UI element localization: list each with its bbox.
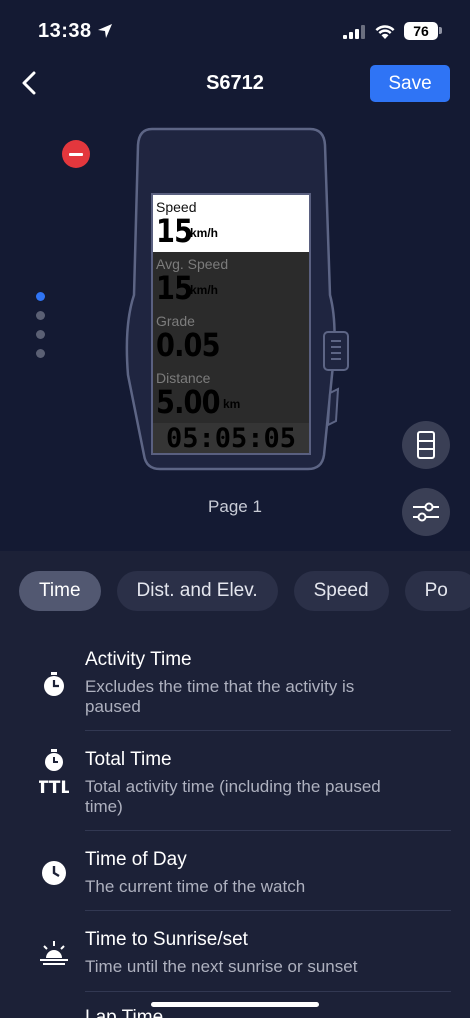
field-value: 0.05 bbox=[156, 326, 221, 364]
field-unit: km/h bbox=[190, 226, 219, 240]
page-dot[interactable] bbox=[36, 292, 45, 301]
item-description: Total activity time (including the pause… bbox=[85, 777, 381, 816]
data-field-speed[interactable]: Speed 15 km/h bbox=[153, 195, 309, 252]
category-tabs: Time Dist. and Elev. Speed Po bbox=[19, 571, 470, 611]
item-description: The current time of the watch bbox=[85, 877, 306, 896]
battery-cap bbox=[439, 27, 442, 34]
save-button[interactable]: Save bbox=[370, 65, 450, 102]
divider bbox=[85, 991, 451, 992]
device-screen: Speed 15 km/h Avg. Speed 15 km/h Grade 0… bbox=[151, 193, 311, 455]
data-field-distance[interactable]: Distance 5.00 km bbox=[153, 366, 309, 423]
remove-page-button[interactable] bbox=[62, 140, 90, 168]
sunrise-icon bbox=[38, 935, 70, 971]
status-time: 13:38 bbox=[38, 20, 92, 42]
page-label: Page 1 bbox=[208, 497, 262, 516]
svg-text:TTL: TTL bbox=[39, 778, 69, 797]
divider bbox=[85, 910, 451, 911]
data-field-panel: Time Dist. and Elev. Speed Po Activity Time… bbox=[0, 551, 470, 1018]
field-unit: km bbox=[223, 397, 241, 411]
location-arrow-icon bbox=[98, 24, 112, 38]
field-value: 15 bbox=[156, 212, 193, 250]
item-description: Time until the next sunrise or sunset bbox=[85, 957, 358, 976]
battery-indicator: 76 bbox=[404, 22, 438, 40]
item-title: Time of Day bbox=[85, 849, 187, 870]
item-title: Lap Time bbox=[85, 1007, 164, 1018]
data-field-avg-speed[interactable]: Avg. Speed 15 km/h bbox=[153, 252, 309, 309]
status-bar: 13:38 76 bbox=[0, 0, 470, 62]
field-unit: km/h bbox=[190, 283, 219, 297]
minus-icon bbox=[69, 152, 83, 156]
stopwatch-ttl-icon: TTL bbox=[38, 749, 70, 797]
page-dot[interactable] bbox=[36, 349, 45, 358]
divider bbox=[85, 830, 451, 831]
field-value: 15 bbox=[156, 269, 193, 307]
item-title: Total Time bbox=[85, 749, 172, 770]
item-title: Activity Time bbox=[85, 649, 192, 670]
clock-icon bbox=[38, 855, 70, 891]
layout-button[interactable] bbox=[402, 421, 450, 469]
data-field-grade[interactable]: Grade 0.05 bbox=[153, 309, 309, 366]
tab-time[interactable]: Time bbox=[19, 571, 101, 611]
tab-dist-elev[interactable]: Dist. and Elev. bbox=[116, 571, 278, 611]
layout-icon bbox=[417, 431, 435, 459]
screen-footer-time[interactable]: 05:05:05 bbox=[153, 423, 309, 453]
page-indicator bbox=[36, 292, 46, 368]
page-dot[interactable] bbox=[36, 330, 45, 339]
wifi-icon bbox=[375, 25, 395, 39]
cellular-signal-icon bbox=[343, 25, 365, 39]
home-indicator bbox=[151, 1002, 319, 1007]
field-value: 5.00 bbox=[156, 383, 221, 421]
tab-speed[interactable]: Speed bbox=[293, 571, 389, 611]
stopwatch-icon bbox=[38, 667, 70, 703]
item-description: Excludes the time that the activity is p… bbox=[85, 677, 355, 716]
page-dot[interactable] bbox=[36, 311, 45, 320]
divider bbox=[85, 730, 451, 731]
tab-power[interactable]: Po bbox=[404, 571, 470, 611]
item-title: Time to Sunrise/set bbox=[85, 929, 248, 950]
